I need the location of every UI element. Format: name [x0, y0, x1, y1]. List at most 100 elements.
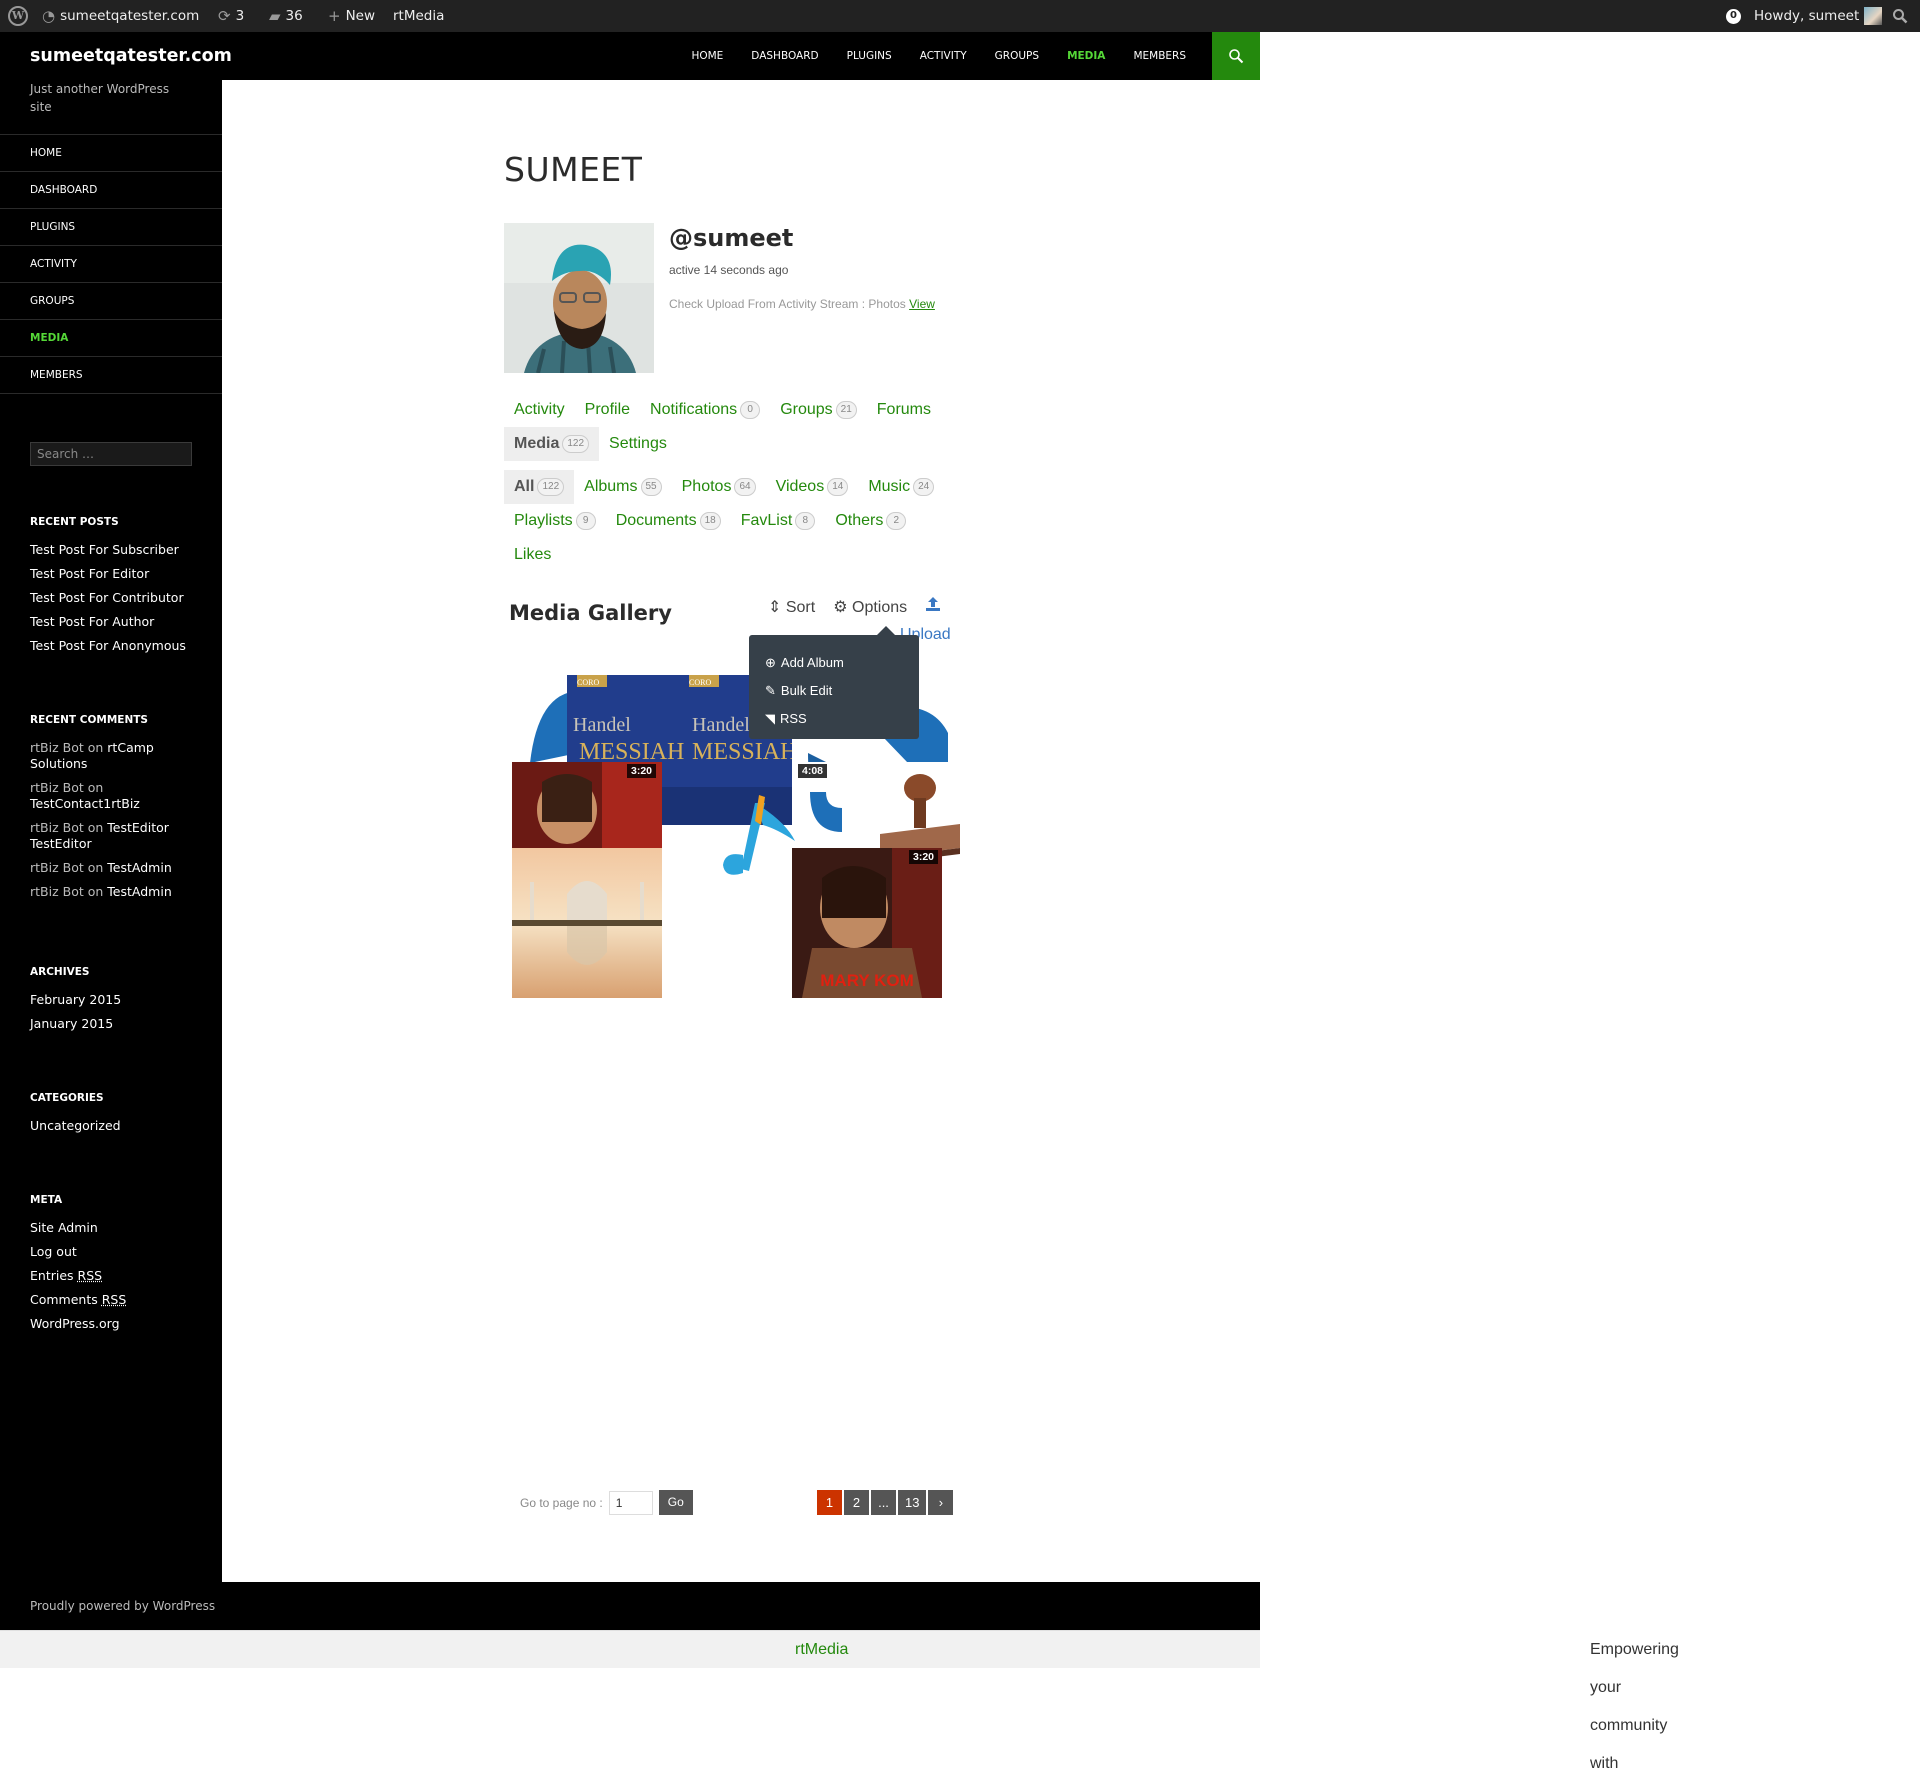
add-album-menu-item[interactable]: ⊕ Add Album — [749, 649, 919, 677]
media-tab-documents[interactable]: Documents 18 — [606, 504, 731, 538]
media-tab-all[interactable]: All 122 — [504, 470, 575, 504]
site-title[interactable]: sumeetqatester.com — [30, 32, 232, 80]
powered-by-link[interactable]: Proudly powered by WordPress — [30, 1599, 215, 1613]
options-button[interactable]: ⚙ Options — [833, 597, 907, 617]
sidebar-item-home[interactable]: HOME — [0, 135, 222, 172]
rtmedia-admin-label: rtMedia — [393, 8, 445, 24]
rtmedia-footer-text: Empowering your community with — [1590, 1641, 1679, 1772]
view-update-link[interactable]: View — [909, 297, 935, 311]
my-account-menu[interactable]: Howdy, sumeet — [1754, 0, 1883, 32]
category-link[interactable]: Uncategorized — [30, 1118, 121, 1133]
entries-label: Entries — [30, 1268, 74, 1283]
taj-mahal-image — [512, 848, 662, 998]
media-tab-playlists[interactable]: Playlists 9 — [504, 504, 606, 538]
tab-settings[interactable]: Settings — [599, 427, 677, 461]
media-tab-photos[interactable]: Photos 64 — [672, 470, 766, 504]
rtmedia-link[interactable]: rtMedia — [795, 1641, 848, 1658]
sort-icon: ⇕ — [768, 598, 782, 616]
updates-link[interactable]: ⟳ 3 — [218, 0, 244, 32]
sidebar-item-activity[interactable]: ACTIVITY — [0, 246, 222, 283]
video-thumbnail[interactable]: MARY KOM 3:20 — [792, 848, 942, 998]
recent-posts-widget: RECENT POSTS Test Post For Subscriber Te… — [30, 516, 205, 662]
tab-profile[interactable]: Profile — [575, 393, 640, 427]
admin-search-button[interactable] — [1892, 0, 1908, 32]
notifications-menu[interactable]: 0 — [1726, 0, 1741, 32]
tab-activity[interactable]: Activity — [504, 393, 575, 427]
media-tab-albums[interactable]: Albums 55 — [574, 470, 671, 504]
tab-label: Documents — [615, 512, 697, 529]
new-content-link[interactable]: + New — [328, 0, 375, 32]
comments-label: Comments — [30, 1292, 98, 1307]
rtmedia-admin-link[interactable]: rtMedia — [393, 0, 444, 32]
tab-groups[interactable]: Groups 21 — [770, 393, 867, 427]
comment-target-link[interactable]: TestContact1rtBiz — [30, 796, 140, 811]
avatar[interactable] — [504, 223, 654, 373]
menu-item-label: Bulk Edit — [780, 683, 833, 698]
nav-plugins[interactable]: PLUGINS — [833, 32, 906, 80]
media-tab-videos[interactable]: Videos 14 — [766, 470, 859, 504]
tab-forums[interactable]: Forums — [867, 393, 941, 427]
comment-on-text: on — [87, 740, 104, 755]
site-admin-link[interactable]: Site Admin — [30, 1220, 98, 1235]
sidebar-item-dashboard[interactable]: DASHBOARD — [0, 172, 222, 209]
video-thumbnail[interactable]: 3:20 — [512, 762, 662, 848]
wordpress-logo-menu[interactable]: W — [8, 0, 28, 32]
count-badge: 9 — [575, 512, 596, 530]
tab-label: Notifications — [650, 401, 738, 418]
next-page-link[interactable]: › — [928, 1490, 954, 1515]
photo-thumbnail[interactable] — [512, 848, 662, 998]
sidebar-item-plugins[interactable]: PLUGINS — [0, 209, 222, 246]
go-button[interactable]: Go — [658, 1490, 693, 1515]
tab-media[interactable]: Media 122 — [504, 427, 600, 461]
rss-abbr: RSS — [77, 1268, 103, 1283]
archive-link[interactable]: January 2015 — [30, 1016, 113, 1031]
comments-link[interactable]: ▰ 36 — [269, 0, 303, 32]
admin-site-name: sumeetqatester.com — [60, 8, 200, 24]
upload-icon-button[interactable] — [925, 596, 941, 617]
log-out-link[interactable]: Log out — [30, 1244, 77, 1259]
tab-notifications[interactable]: Notifications 0 — [640, 393, 770, 427]
recent-post-link[interactable]: Test Post For Editor — [30, 566, 149, 581]
pagination: 1 2 ... 13 › — [817, 1490, 954, 1515]
count-badge: 122 — [537, 478, 565, 496]
page-link[interactable]: 13 — [898, 1490, 927, 1515]
sidebar-item-media[interactable]: MEDIA — [0, 320, 222, 357]
wordpress-org-link[interactable]: WordPress.org — [30, 1316, 120, 1331]
nav-members[interactable]: MEMBERS — [1119, 32, 1200, 80]
rss-menu-item[interactable]: ◥ RSS — [749, 705, 919, 733]
search-toggle-button[interactable] — [1212, 32, 1260, 80]
page-number-input[interactable]: 1 — [608, 1490, 653, 1515]
admin-site-link[interactable]: ◔ sumeetqatester.com — [42, 0, 199, 32]
media-tab-favlist[interactable]: FavList 8 — [731, 504, 826, 538]
options-label: Options — [852, 598, 908, 616]
nav-activity[interactable]: ACTIVITY — [906, 32, 981, 80]
sort-button[interactable]: ⇕ Sort — [768, 597, 815, 617]
last-active-text: active 14 seconds ago — [669, 263, 789, 277]
sidebar-item-members[interactable]: MEMBERS — [0, 357, 222, 394]
movie-title-text: MARY KOM — [820, 971, 914, 990]
comment-target-link[interactable]: TestAdmin — [107, 860, 171, 875]
sidebar-search-input[interactable]: Search … — [30, 442, 192, 466]
page-link[interactable]: 2 — [844, 1490, 869, 1515]
comment-target-link[interactable]: TestAdmin — [107, 884, 171, 899]
sidebar-item-groups[interactable]: GROUPS — [0, 283, 222, 320]
media-tab-likes[interactable]: Likes — [504, 538, 561, 572]
media-tab-others[interactable]: Others 2 — [825, 504, 916, 538]
rtmedia-footer: Empowering your community with rtMedia — [0, 1630, 1679, 1772]
recent-post-link[interactable]: Test Post For Contributor — [30, 590, 184, 605]
entries-rss-link[interactable]: Entries RSS — [30, 1268, 102, 1283]
nav-dashboard[interactable]: DASHBOARD — [737, 32, 832, 80]
recent-post-link[interactable]: Test Post For Author — [30, 614, 154, 629]
recent-post-link[interactable]: Test Post For Subscriber — [30, 542, 179, 557]
comments-rss-link[interactable]: Comments RSS — [30, 1292, 126, 1307]
media-tab-music[interactable]: Music 24 — [858, 470, 944, 504]
nav-groups[interactable]: GROUPS — [981, 32, 1053, 80]
archive-link[interactable]: February 2015 — [30, 992, 121, 1007]
categories-widget: CATEGORIES Uncategorized — [30, 1092, 205, 1142]
page-link-current[interactable]: 1 — [817, 1490, 842, 1515]
nav-media[interactable]: MEDIA — [1053, 32, 1119, 80]
count-badge: 64 — [734, 478, 756, 496]
recent-post-link[interactable]: Test Post For Anonymous — [30, 638, 186, 653]
nav-home[interactable]: HOME — [677, 32, 737, 80]
bulk-edit-menu-item[interactable]: ✎ Bulk Edit — [749, 677, 919, 705]
